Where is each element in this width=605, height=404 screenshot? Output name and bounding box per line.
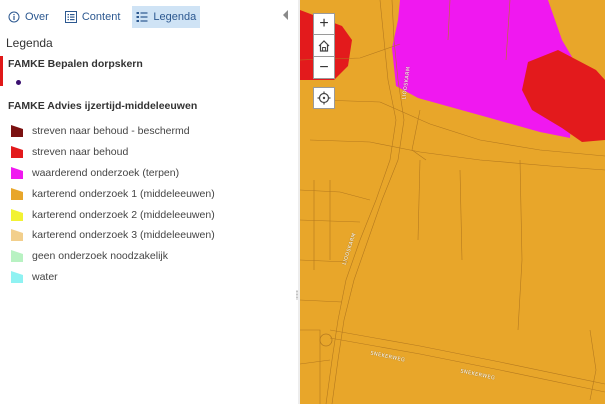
legend-item: streven naar behoud: [10, 142, 215, 163]
legend-item: waarderend onderzoek (terpen): [10, 163, 215, 184]
legend-item-label: water: [32, 270, 58, 283]
swatch-shape: [11, 125, 23, 138]
legend-item-label: waarderend onderzoek (terpen): [32, 166, 180, 179]
tab-content-label: Content: [81, 11, 121, 23]
swatch-icon: [11, 166, 23, 179]
swatch-icon: [11, 125, 23, 138]
swatch-shape: [11, 166, 23, 179]
legend-heading: Legenda: [6, 36, 53, 50]
legend-item-label: streven naar behoud - beschermd: [32, 125, 190, 138]
swatch-shape: [11, 270, 23, 283]
info-icon: [8, 11, 20, 23]
zoom-in-button[interactable]: +: [313, 13, 335, 35]
list-icon: [64, 11, 77, 23]
roundabout: [319, 333, 333, 347]
swatch-icon: [11, 187, 23, 200]
swatch-icon: [11, 229, 23, 242]
legend-item-label: karterend onderzoek 3 (middeleeuwen): [32, 229, 215, 242]
drag-handle-icon[interactable]: [296, 290, 298, 300]
map-view[interactable]: LIOOSKARM LIOOSKARM SNEKERWEG SNEKERWEG …: [300, 0, 605, 404]
legend-item: karterend onderzoek 2 (middeleeuwen): [10, 204, 215, 225]
legend-item: karterend onderzoek 1 (middeleeuwen): [10, 183, 215, 204]
map-canvas[interactable]: [300, 0, 605, 404]
panel-tabs: Over Content Legenda: [4, 6, 208, 28]
swatch-shape: [11, 187, 23, 200]
legend-item: water: [10, 267, 215, 288]
swatch-shape: [11, 229, 23, 242]
legend-item-label: geen onderzoek noodzakelijk: [32, 250, 169, 263]
tab-content[interactable]: Content: [61, 6, 125, 28]
swatch-shape: [11, 146, 23, 159]
point-symbol-icon: [16, 80, 21, 85]
layer-title-dorpskern: FAMKE Bepalen dorpskern: [8, 58, 143, 70]
tab-legenda[interactable]: Legenda: [132, 6, 201, 28]
legend-item-label: karterend onderzoek 2 (middeleeuwen): [32, 208, 215, 221]
legend-item: streven naar behoud - beschermd: [10, 121, 215, 142]
swatch-shape: [11, 250, 23, 263]
swatch-icon: [11, 270, 23, 283]
swatch-icon: [11, 250, 23, 263]
swatch-shape: [11, 208, 23, 221]
home-button[interactable]: [313, 35, 335, 57]
swatch-icon: [11, 146, 23, 159]
collapse-panel-icon[interactable]: [283, 10, 288, 20]
locate-button[interactable]: [313, 87, 335, 109]
legend-item-label: karterend onderzoek 1 (middeleeuwen): [32, 187, 215, 200]
legend-icon: [136, 12, 148, 22]
map-edge-strip: [0, 56, 3, 86]
legend-item: geen onderzoek noodzakelijk: [10, 246, 215, 267]
layer-title-advies: FAMKE Advies ijzertijd-middeleeuwen: [8, 100, 198, 112]
zoom-out-button[interactable]: −: [313, 57, 335, 79]
legend-item-label: streven naar behoud: [32, 146, 129, 159]
legend-items: streven naar behoud - beschermd streven …: [10, 121, 215, 287]
legend-panel: Over Content Legenda Legenda FAMKE Bepal…: [0, 0, 298, 404]
locate-icon: [317, 91, 331, 105]
swatch-icon: [11, 208, 23, 221]
map-controls: + −: [313, 13, 335, 109]
legend-item: karterend onderzoek 3 (middeleeuwen): [10, 225, 215, 246]
tab-over-label: Over: [25, 11, 49, 23]
home-icon: [318, 39, 330, 52]
tab-legenda-label: Legenda: [153, 11, 197, 23]
tab-over[interactable]: Over: [4, 6, 53, 28]
